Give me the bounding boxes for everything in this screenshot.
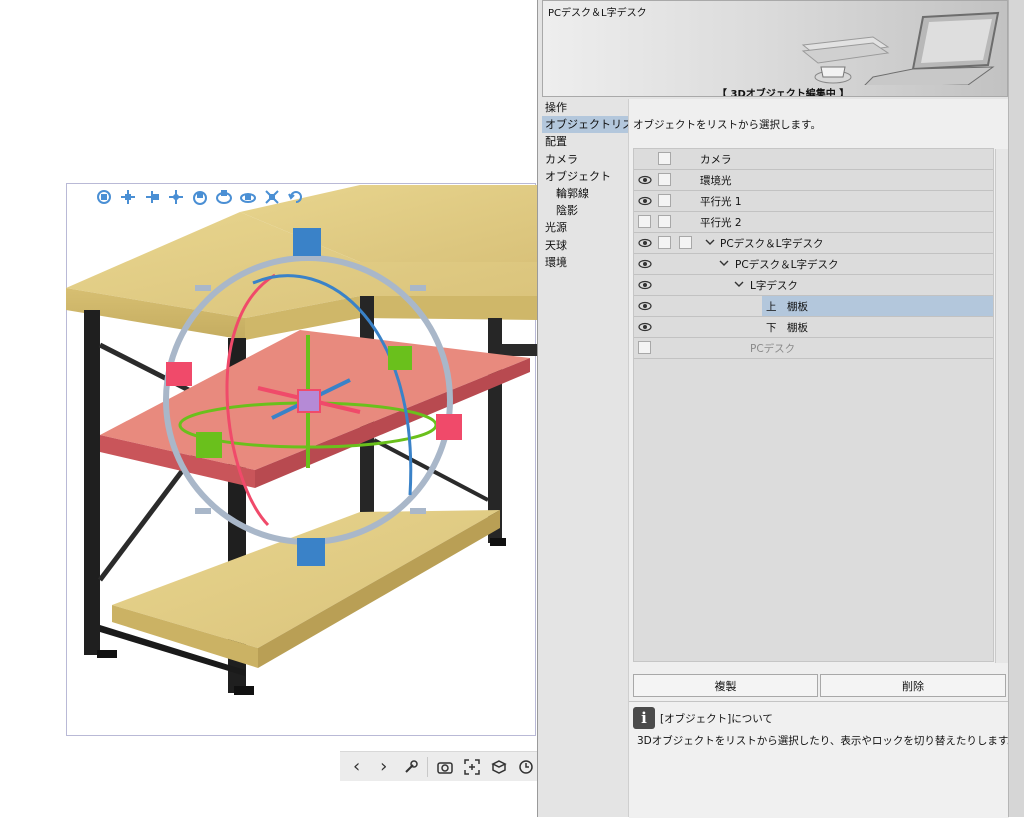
ground-icon[interactable] — [489, 756, 510, 778]
sub-tool-detail-panel: PCデスク＆L字デスク 【 3Dオブジェクト編集中 】 操作 オブジェクトリスト配… — [537, 0, 1024, 818]
info-text: 3Dオブジェクトをリストから選択したり、表示やロックを切り替えたりします。 — [637, 735, 1018, 747]
gizmo-handle-right[interactable] — [436, 414, 462, 440]
object-manipulator-toolbar — [94, 188, 306, 208]
rotate-view-icon[interactable] — [214, 188, 234, 206]
category-nav: 操作 オブジェクトリスト 配置 カメラ オブジェクト 輪郭線 陰影 光源 天球 環境 — [542, 99, 644, 271]
scale-icon[interactable] — [262, 188, 282, 206]
visibility-eye-icon[interactable] — [638, 280, 652, 290]
object-name: PCデスク＆L字デスク — [735, 259, 839, 271]
object-name: PCデスク＆L字デスク — [720, 238, 824, 250]
object-name: 平行光 1 — [700, 196, 742, 208]
clock-icon[interactable] — [516, 756, 537, 778]
object-list-row[interactable]: 平行光 2 — [634, 212, 993, 233]
chevron-down-icon[interactable] — [733, 278, 745, 290]
camera-icon[interactable] — [434, 756, 455, 778]
nav-item[interactable]: オブジェクトリスト — [542, 116, 644, 134]
canvas-area[interactable]: ‹ › — [0, 0, 537, 817]
visibility-checkbox[interactable] — [658, 152, 671, 165]
delete-button[interactable]: 削除 — [820, 674, 1006, 697]
visibility-checkbox[interactable] — [658, 173, 671, 186]
object-list-row[interactable]: PCデスク＆L字デスク — [634, 254, 993, 275]
canvas-bottom-toolbar: ‹ › — [340, 751, 537, 781]
visibility-eye-icon[interactable] — [638, 259, 652, 269]
object-name: L字デスク — [750, 280, 798, 292]
panel-title: PCデスク＆L字デスク — [548, 8, 647, 19]
fit-icon[interactable] — [462, 756, 483, 778]
object-list-row[interactable]: 平行光 1 — [634, 191, 993, 212]
visibility-eye-icon[interactable] — [638, 322, 652, 332]
page-description: オブジェクトをリストから選択します。 — [633, 119, 821, 131]
dolly-camera-icon[interactable] — [142, 188, 162, 206]
3d-scene[interactable] — [0, 0, 537, 817]
object-name: 下 棚板 — [766, 322, 808, 334]
info-box: i [オブジェクト]について 3Dオブジェクトをリストから選択したり、表示やロッ… — [629, 701, 1018, 818]
chevron-down-icon[interactable] — [718, 257, 730, 269]
gizmo-handle-green-lower[interactable] — [196, 432, 222, 458]
chevron-down-icon[interactable] — [704, 236, 716, 248]
visibility-checkbox[interactable] — [658, 194, 671, 207]
gizmo-handle-bottom[interactable] — [297, 538, 325, 566]
gizmo-handle-top[interactable] — [293, 228, 321, 256]
nav-item[interactable]: 環境 — [542, 254, 628, 271]
info-title: [オブジェクト]について — [660, 713, 773, 725]
object-name: PCデスク — [750, 343, 796, 355]
header-banner: PCデスク＆L字デスク 【 3Dオブジェクト編集中 】 — [542, 0, 1008, 97]
object-list-row[interactable]: PCデスク＆L字デスク — [634, 233, 993, 254]
next-icon[interactable]: › — [373, 756, 394, 778]
gizmo-handle-green-upper[interactable] — [388, 346, 412, 370]
object-list-row[interactable]: 下 棚板 — [634, 317, 993, 338]
reset-icon[interactable] — [286, 188, 306, 206]
visibility-checkbox[interactable] — [638, 341, 651, 354]
side-bar-right — [500, 344, 537, 356]
list-scrollbar[interactable] — [995, 149, 1009, 663]
wrench-icon[interactable] — [400, 756, 421, 778]
duplicate-button[interactable]: 複製 — [633, 674, 818, 697]
object-list[interactable]: カメラ環境光平行光 1 平行光 2 PCデスク＆L字デスク PCデスク＆L字デスク L字… — [633, 148, 1009, 663]
gizmo-handle-left[interactable] — [166, 362, 192, 386]
visibility-eye-icon[interactable] — [638, 238, 652, 248]
previous-icon[interactable]: ‹ — [346, 756, 367, 778]
leg-front-left — [84, 310, 100, 655]
visibility-checkbox[interactable] — [638, 215, 651, 228]
object-list-row[interactable]: 上 棚板 — [634, 296, 993, 317]
nav-item[interactable]: オブジェクト — [542, 168, 628, 185]
nav-item[interactable]: 配置 — [542, 133, 628, 150]
object-list-page: オブジェクトをリストから選択します。 カメラ環境光平行光 1 平行光 2 PCデスク… — [628, 99, 1018, 818]
nav-item[interactable]: 操作 — [542, 99, 628, 116]
toolbar-divider — [427, 756, 429, 777]
visibility-eye-icon[interactable] — [638, 196, 652, 206]
nav-item[interactable]: 輪郭線 — [542, 185, 628, 202]
banner-illustration — [801, 11, 1000, 85]
lock-checkbox[interactable] — [679, 236, 692, 249]
object-list-row[interactable]: 環境光 — [634, 170, 993, 191]
info-icon: i — [633, 707, 655, 729]
nav-item[interactable]: 天球 — [542, 237, 628, 254]
panel-right-strip[interactable] — [1008, 0, 1024, 817]
mode-label: 【 3Dオブジェクト編集中 】 — [717, 89, 850, 97]
object-list-row[interactable]: カメラ — [634, 149, 993, 170]
nav-item[interactable]: 陰影 — [542, 202, 628, 219]
orbit-icon[interactable] — [238, 188, 258, 206]
nav-item[interactable]: カメラ — [542, 151, 628, 168]
object-name: 環境光 — [700, 175, 732, 187]
object-name: 平行光 2 — [700, 217, 742, 229]
object-name: 上 棚板 — [766, 301, 808, 313]
pan-camera-icon[interactable] — [118, 188, 138, 206]
object-name: カメラ — [700, 154, 732, 166]
object-list-row[interactable]: L字デスク — [634, 275, 993, 296]
leg-back-right — [488, 318, 502, 543]
desk-model[interactable] — [66, 185, 537, 695]
visibility-eye-icon[interactable] — [638, 175, 652, 185]
rotate-camera-icon[interactable] — [94, 188, 114, 206]
rotate-object-icon[interactable] — [190, 188, 210, 206]
nav-item[interactable]: 光源 — [542, 219, 628, 236]
lock-checkbox[interactable] — [658, 215, 671, 228]
visibility-checkbox[interactable] — [658, 236, 671, 249]
visibility-eye-icon[interactable] — [638, 301, 652, 311]
object-list-row[interactable]: PCデスク — [634, 338, 993, 359]
move-object-icon[interactable] — [166, 188, 186, 206]
gizmo-center-handle[interactable] — [297, 389, 321, 413]
